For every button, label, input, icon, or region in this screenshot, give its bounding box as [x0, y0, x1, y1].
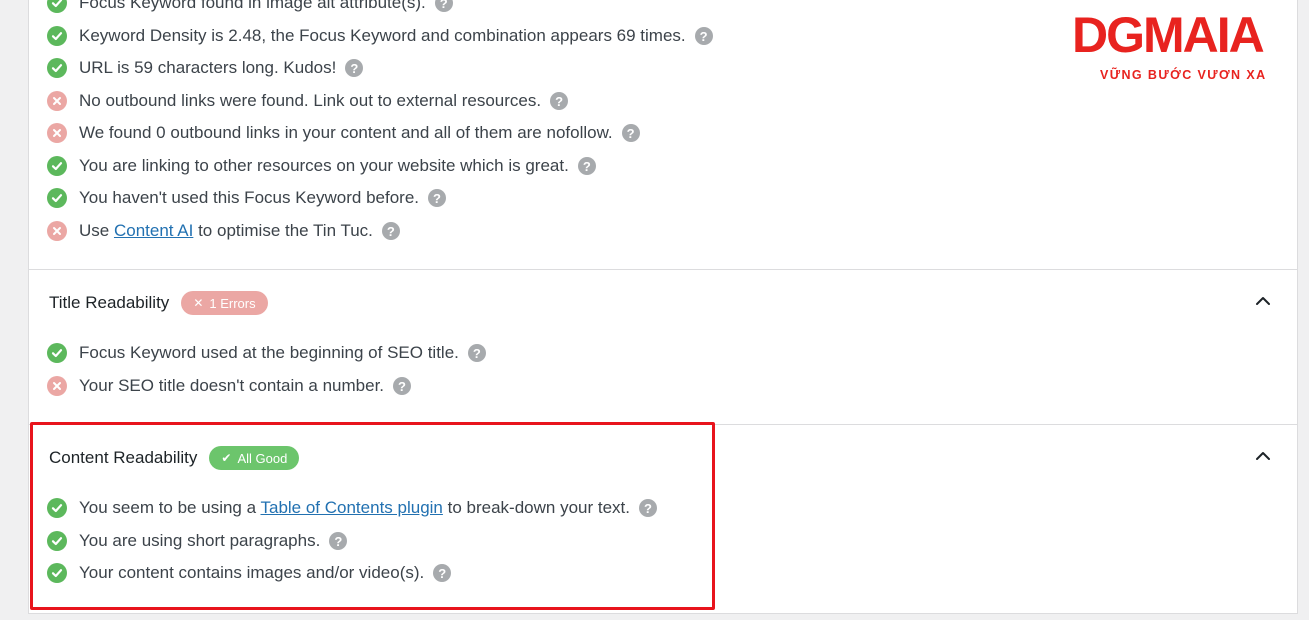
cross-circle-icon	[47, 91, 67, 111]
check-circle-icon	[47, 188, 67, 208]
help-icon[interactable]: ?	[467, 344, 486, 362]
check-item: URL is 59 characters long. Kudos! ?	[47, 56, 364, 80]
check-text: You are using short paragraphs.	[79, 531, 321, 550]
check-icon: ✔	[221, 451, 232, 465]
section-header[interactable]: Content Readability ✔ All Good	[49, 445, 300, 471]
check-item: Use Content AI to optimise the Tin Tuc. …	[47, 219, 400, 243]
check-text: URL is 59 characters long. Kudos!	[79, 58, 337, 77]
check-circle-icon	[47, 498, 67, 518]
help-icon[interactable]: ?	[577, 157, 596, 175]
content-readability-section: Content Readability ✔ All Good You seem t…	[29, 425, 1297, 614]
check-text: Keyword Density is 2.48, the Focus Keywo…	[79, 26, 686, 45]
help-icon[interactable]: ?	[393, 377, 412, 395]
check-item: Your SEO title doesn't contain a number.…	[47, 374, 412, 398]
check-item: No outbound links were found. Link out t…	[47, 89, 569, 113]
title-readability-section: Title Readability ✕ 1 Errors Focus Keywor…	[29, 270, 1297, 424]
check-circle-icon	[47, 26, 67, 46]
check-circle-icon	[47, 0, 67, 13]
help-icon[interactable]: ?	[621, 124, 640, 142]
check-text: Your content contains images and/or vide…	[79, 563, 425, 582]
check-item: You seem to be using a Table of Contents…	[47, 496, 657, 520]
check-item: You haven't used this Focus Keyword befo…	[47, 186, 446, 210]
check-text: You seem to be using a Table of Contents…	[79, 498, 630, 517]
check-circle-icon	[47, 156, 67, 176]
error-badge: ✕ 1 Errors	[181, 291, 268, 315]
check-item: You are linking to other resources on yo…	[47, 154, 596, 178]
check-text: Focus Keyword used at the beginning of S…	[79, 343, 459, 362]
check-text: We found 0 outbound links in your conten…	[79, 123, 613, 142]
cross-circle-icon	[47, 221, 67, 241]
chevron-up-icon[interactable]	[1255, 448, 1271, 464]
logo-text: DGMAIA	[1072, 7, 1265, 63]
help-icon[interactable]: ?	[550, 92, 569, 110]
brand-logo: DGMAIA VỮNG BƯỚC VƯƠN XA	[1066, 4, 1306, 88]
cross-icon: ✕	[193, 296, 204, 310]
check-item: Your content contains images and/or vide…	[47, 561, 452, 585]
check-text: No outbound links were found. Link out t…	[79, 91, 542, 110]
check-text: You are linking to other resources on yo…	[79, 156, 569, 175]
content-ai-link[interactable]: Content AI	[114, 221, 193, 240]
help-icon[interactable]: ?	[345, 59, 364, 77]
help-icon[interactable]: ?	[638, 499, 657, 517]
help-icon[interactable]: ?	[381, 222, 400, 240]
check-circle-icon	[47, 343, 67, 363]
check-text: Focus Keyword found in image alt attribu…	[79, 0, 426, 12]
check-item: Focus Keyword used at the beginning of S…	[47, 341, 486, 365]
seo-analysis-panel: Focus Keyword found in image alt attribu…	[28, 0, 1298, 614]
cross-circle-icon	[47, 376, 67, 396]
help-icon[interactable]: ?	[329, 532, 348, 550]
check-text: Your SEO title doesn't contain a number.	[79, 376, 385, 395]
check-circle-icon	[47, 58, 67, 78]
all-good-badge: ✔ All Good	[209, 446, 300, 470]
check-item: Keyword Density is 2.48, the Focus Keywo…	[47, 24, 713, 48]
section-title: Content Readability	[49, 448, 198, 467]
check-item: You are using short paragraphs. ?	[47, 529, 348, 553]
chevron-up-icon[interactable]	[1255, 293, 1271, 309]
check-text: You haven't used this Focus Keyword befo…	[79, 188, 419, 207]
section-title: Title Readability	[49, 293, 170, 312]
help-icon[interactable]: ?	[433, 564, 452, 582]
help-icon[interactable]: ?	[428, 189, 446, 207]
help-icon[interactable]: ?	[694, 27, 713, 45]
check-item: We found 0 outbound links in your conten…	[47, 121, 640, 145]
help-icon[interactable]: ?	[434, 0, 453, 12]
check-circle-icon	[47, 531, 67, 551]
section-header[interactable]: Title Readability ✕ 1 Errors	[49, 290, 268, 316]
cross-circle-icon	[47, 123, 67, 143]
check-item: Focus Keyword found in image alt attribu…	[47, 0, 453, 15]
check-text: Use Content AI to optimise the Tin Tuc.	[79, 221, 373, 240]
check-circle-icon	[47, 563, 67, 583]
table-of-contents-link[interactable]: Table of Contents plugin	[260, 498, 442, 517]
logo-tagline: VỮNG BƯỚC VƯƠN XA	[1100, 68, 1267, 82]
